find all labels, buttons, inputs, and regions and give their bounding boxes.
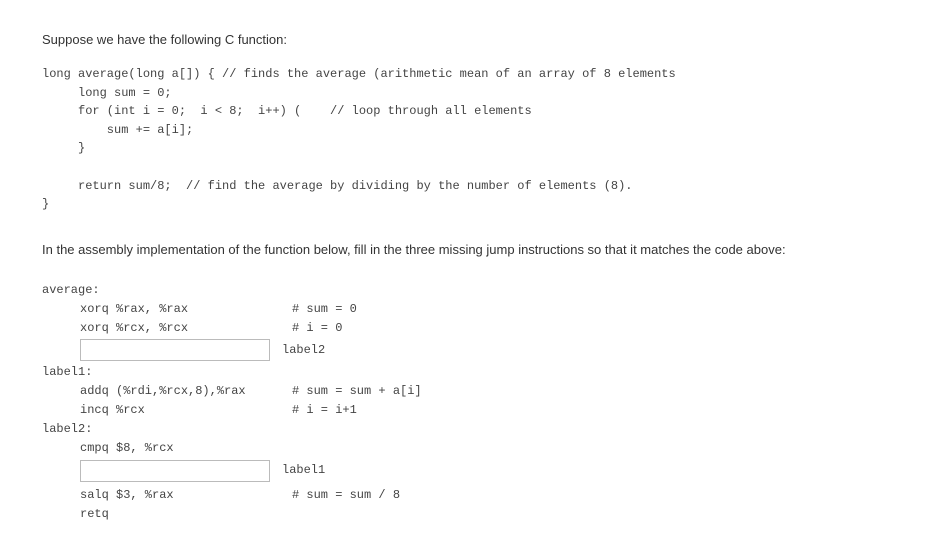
input-line-1: label2 xyxy=(42,339,899,361)
asm-line: retq xyxy=(42,505,899,524)
asm-instruction: addq (%rdi,%rcx,8),%rax xyxy=(42,382,292,401)
asm-instruction: xorq %rcx, %rcx xyxy=(42,319,292,338)
asm-line: incq %rcx # i = i+1 xyxy=(42,401,899,420)
asm-line: salq $3, %rax # sum = sum / 8 xyxy=(42,486,899,505)
intro-text: Suppose we have the following C function… xyxy=(42,32,899,47)
asm-label-2: label2: xyxy=(42,420,899,439)
c-code-block: long average(long a[]) { // finds the av… xyxy=(42,65,899,214)
asm-instruction: retq xyxy=(42,505,292,524)
asm-line: addq (%rdi,%rcx,8),%rax # sum = sum + a[… xyxy=(42,382,899,401)
section-text: In the assembly implementation of the fu… xyxy=(42,242,899,257)
asm-comment: # i = i+1 xyxy=(292,401,357,420)
asm-instruction: cmpq $8, %rcx xyxy=(42,439,292,458)
asm-line: cmpq $8, %rcx xyxy=(42,439,899,458)
asm-block: average: xorq %rax, %rax # sum = 0 xorq … xyxy=(42,281,899,524)
asm-line: xorq %rax, %rax # sum = 0 xyxy=(42,299,899,318)
asm-comment: # sum = sum + a[i] xyxy=(292,382,422,401)
asm-instruction: salq $3, %rax xyxy=(42,486,292,505)
asm-comment: # sum = 0 xyxy=(292,300,357,319)
label-after-input-2: label1 xyxy=(282,461,325,480)
asm-label-average: average: xyxy=(42,281,899,300)
input-line-2: label1 xyxy=(42,460,899,482)
asm-instruction: xorq %rax, %rax xyxy=(42,300,292,319)
label-after-input-1: label2 xyxy=(282,341,325,360)
jump-input-1[interactable] xyxy=(80,339,270,361)
asm-line: xorq %rcx, %rcx # i = 0 xyxy=(42,318,899,337)
asm-comment: # i = 0 xyxy=(292,319,342,338)
jump-input-2[interactable] xyxy=(80,460,270,482)
asm-instruction: incq %rcx xyxy=(42,401,292,420)
asm-comment: # sum = sum / 8 xyxy=(292,486,400,505)
asm-label-1: label1: xyxy=(42,363,899,382)
